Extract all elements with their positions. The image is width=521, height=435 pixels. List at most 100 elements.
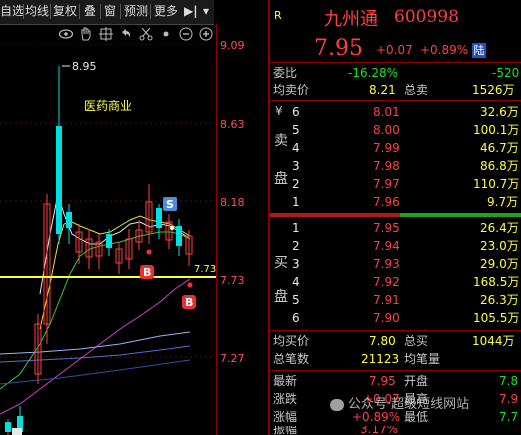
svg-text:S: S (166, 198, 174, 211)
svg-text:B: B (143, 266, 151, 279)
last-price-label: 7.73 (194, 264, 216, 275)
buy-level-row[interactable]: 2 7.94 23.0万 (270, 237, 521, 256)
open-label: 开盘 (404, 374, 429, 388)
avg-sell-row: 均卖价 8.21 总卖 1526万 (270, 81, 521, 100)
buy-level-row[interactable]: 4 7.92 168.5万 (270, 273, 521, 292)
avg-buy-value: 7.80 (369, 334, 396, 348)
sector-label: 医药商业 (84, 98, 132, 113)
grid-lines (0, 44, 216, 358)
high-value: 7.9 (499, 392, 519, 406)
ma-line-blue-2 (0, 345, 191, 363)
high-price-label: 8.95 (72, 60, 97, 73)
toolbar-watchlist[interactable]: 自选 (0, 3, 24, 20)
avg-buy-label: 均买价 (273, 334, 310, 348)
latest-row: 最新 7.95 开盘 7.8 (270, 372, 521, 391)
amp-value: 3.17% (360, 426, 399, 435)
toolbar-divider (50, 4, 51, 19)
price-tick: 8.63 (220, 118, 245, 131)
candle-bottom (12, 428, 22, 435)
toolbar-ma[interactable]: 均线 (25, 3, 49, 20)
low-value: 7.7 (499, 410, 519, 424)
divider (270, 100, 521, 101)
buy-level-row[interactable]: 6 7.90 105.5万 (270, 309, 521, 328)
price-tick: 7.73 (220, 274, 245, 287)
svg-text:B: B (185, 296, 193, 309)
dot-icon[interactable] (158, 26, 174, 42)
candlestick-chart[interactable]: 8.95 医药商业 7.73 S B B (0, 44, 216, 435)
latest-value: 7.95 (369, 374, 396, 388)
divider (270, 370, 521, 371)
sell-level-row[interactable]: 2 7.97 110.7万 (270, 175, 521, 194)
buy-level-row[interactable]: 5 7.91 26.3万 (270, 291, 521, 310)
eye-icon[interactable] (58, 26, 74, 42)
ma-line-green (0, 231, 191, 390)
total-trades-value: 21123 (361, 352, 400, 366)
candles (5, 66, 193, 435)
sell-level-row[interactable]: 4 7.99 46.7万 (270, 139, 521, 158)
chart-tools-row (0, 24, 216, 44)
signal-b-marker[interactable]: B (140, 265, 154, 279)
market-flag: R (274, 9, 282, 22)
toolbar-window[interactable]: 窗 (104, 3, 116, 20)
trades-row: 总笔数 21123 均笔量 (270, 350, 521, 369)
toolbar-forecast[interactable]: 预测 (124, 3, 148, 20)
buy-level-row[interactable]: 3 7.93 29.0万 (270, 255, 521, 274)
open-value: 7.8 (499, 374, 519, 388)
ma-line-yellow (39, 215, 191, 330)
signal-s-marker[interactable]: S (163, 197, 177, 211)
chart-toolbar: 自选 均线 复权 叠 窗 预测 更多 ▶| ▾ (0, 0, 214, 25)
sell-level-row[interactable]: 3 7.98 86.8万 (270, 157, 521, 176)
amp-label: 振幅 (273, 426, 298, 435)
undo-icon[interactable] (118, 26, 134, 42)
ma-line-blue-3 (0, 359, 191, 385)
crosshair-icon[interactable] (98, 26, 114, 42)
price-change: +0.07 (376, 43, 413, 57)
connect-badge: 陆 (472, 43, 486, 58)
total-sell-value: 1526万 (472, 83, 515, 97)
avg-sell-value: 8.21 (369, 83, 396, 97)
amp-row: 振幅 3.17% (270, 426, 521, 435)
toolbar-restore-rights[interactable]: 复权 (53, 3, 77, 20)
total-buy-value: 1044万 (472, 334, 515, 348)
signal-b-marker[interactable]: B (182, 295, 196, 309)
pct-label: 涨幅 (273, 410, 298, 424)
signal-b-marker[interactable] (153, 262, 161, 270)
price-change-pct: +0.89% (420, 43, 469, 57)
current-price: 7.95 (314, 36, 363, 61)
price-tick: 8.18 (220, 196, 245, 209)
dropdown-arrow-icon[interactable]: ▾ (203, 3, 209, 20)
buy-level-row[interactable]: 1 7.95 26.4万 (270, 219, 521, 238)
zoom-in-icon[interactable] (198, 26, 214, 42)
stock-name: 九州通 (324, 9, 378, 30)
hand-icon[interactable] (78, 26, 94, 42)
sell-level-row[interactable]: 5 8.00 100.1万 (270, 121, 521, 140)
buy-volume-bar (400, 213, 521, 217)
zoom-out-icon[interactable] (178, 26, 194, 42)
wechat-icon (330, 398, 344, 411)
latest-label: 最新 (273, 374, 298, 388)
divider (270, 62, 521, 63)
stock-code: 600998 (394, 7, 459, 27)
price-tick: 9.09 (220, 39, 245, 52)
signal-dot (187, 282, 193, 288)
sell-level-row[interactable]: 1 7.96 9.7万 (270, 193, 521, 212)
watermark: 公众号·超级短线网站 (330, 396, 469, 414)
ma-line-magenta (0, 278, 191, 415)
quote-panel: R 九州通 600998 7.95 +0.07 +0.89% 陆 委比 -16.… (270, 0, 521, 435)
sell-level-row[interactable]: 6 8.01 32.6万 (270, 103, 521, 122)
toolbar-more[interactable]: 更多 (154, 3, 178, 20)
price-axis: 9.09 8.63 8.18 7.73 7.27 (216, 24, 269, 435)
price-tick: 7.27 (220, 352, 245, 365)
avg-trade-label: 均笔量 (404, 352, 441, 366)
change-label: 涨跌 (273, 392, 298, 406)
toolbar-divider (23, 4, 24, 19)
ma-line-blue-1 (0, 331, 191, 355)
collapse-arrow-icon[interactable]: ▶| (184, 3, 198, 20)
toolbar-divider (100, 4, 101, 19)
avg-buy-row: 均买价 7.80 总买 1044万 (270, 332, 521, 351)
scissors-icon[interactable] (138, 26, 154, 42)
total-buy-label: 总买 (404, 334, 429, 348)
toolbar-overlay[interactable]: 叠 (84, 3, 96, 20)
sell-volume-bar (270, 213, 400, 217)
total-sell-label: 总卖 (404, 83, 429, 97)
